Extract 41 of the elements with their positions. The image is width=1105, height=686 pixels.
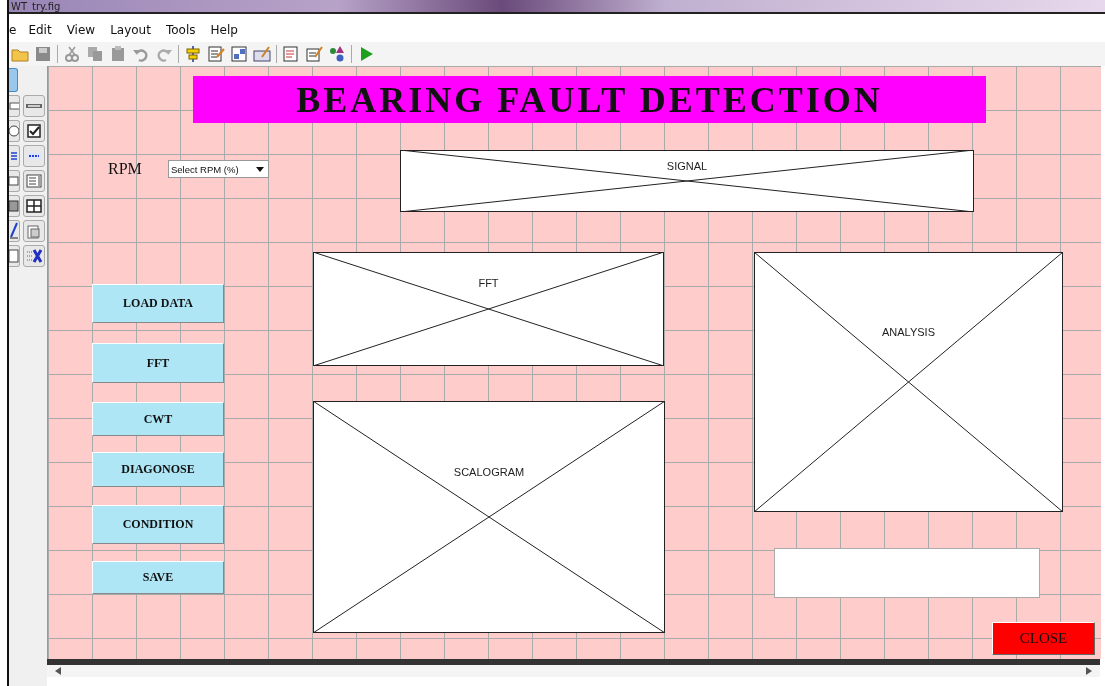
editor-icon[interactable]: [207, 45, 225, 63]
select-tool-icon[interactable]: [9, 68, 18, 92]
scroll-right-icon[interactable]: [1086, 667, 1092, 675]
property-icon[interactable]: [305, 45, 323, 63]
push-button[interactable]: FFT: [92, 343, 224, 383]
checkbox-icon[interactable]: [24, 121, 44, 141]
document-icon[interactable]: [282, 45, 300, 63]
axes-label: SIGNAL: [665, 160, 709, 172]
copy-icon[interactable]: [86, 45, 104, 63]
axes-icon[interactable]: [9, 221, 19, 241]
menu-item[interactable]: Tools: [165, 23, 204, 37]
rpm-label: RPM: [108, 160, 142, 178]
align-icon[interactable]: [184, 45, 202, 63]
axes-placeholder[interactable]: [313, 252, 664, 366]
menu-item[interactable]: Layout: [110, 23, 159, 37]
menu-item[interactable]: e: [9, 23, 25, 37]
title-banner: BEARING FAULT DETECTION: [193, 76, 986, 123]
listbox-icon[interactable]: [24, 171, 44, 191]
cut-icon[interactable]: [63, 45, 81, 63]
dropdown-arrow-icon: [256, 166, 264, 172]
push-button[interactable]: DIAGONOSE: [92, 452, 224, 487]
window-title: WT_try.fig: [11, 2, 61, 12]
axes-placeholder[interactable]: [313, 401, 665, 633]
push-button[interactable]: CONDITION: [92, 505, 224, 544]
rpm-dropdown[interactable]: Select RPM (%): [168, 160, 269, 178]
axes-label: SCALOGRAM: [452, 466, 526, 478]
scroll-left-icon[interactable]: [55, 667, 61, 675]
save-icon[interactable]: [34, 45, 52, 63]
paste-icon[interactable]: [109, 45, 127, 63]
table-icon[interactable]: [24, 196, 44, 216]
push-button[interactable]: LOAD DATA: [92, 284, 224, 323]
menu-item[interactable]: Help: [210, 23, 246, 37]
axes-placeholder[interactable]: [400, 150, 974, 212]
menu-item[interactable]: View: [66, 23, 104, 37]
push-button[interactable]: CWT: [92, 402, 224, 436]
axes-label: ANALYSIS: [881, 326, 936, 338]
edit-text-field[interactable]: [774, 548, 1040, 598]
push-button[interactable]: SAVE: [92, 561, 224, 594]
menu-item[interactable]: Edit: [28, 23, 60, 37]
close-button[interactable]: CLOSE: [992, 622, 1095, 655]
axes-label: FFT: [477, 277, 500, 289]
